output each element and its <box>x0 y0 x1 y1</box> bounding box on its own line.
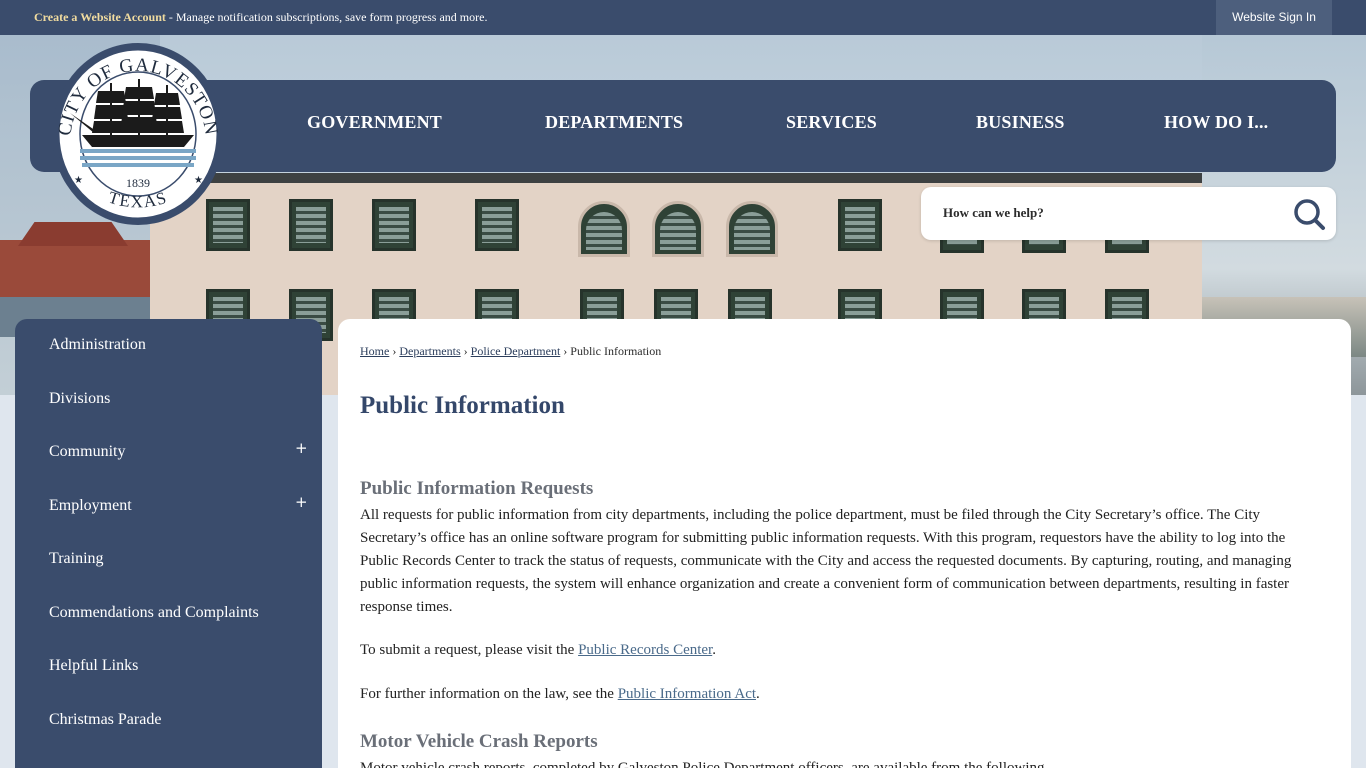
city-seal-logo[interactable]: CITY OF GALVESTON TEXAS ★ ★ 1839 <box>52 43 224 225</box>
submit-request-end: . <box>712 642 716 658</box>
breadcrumb-separator: › <box>463 344 468 358</box>
facade-window <box>289 199 333 251</box>
public-records-center-link[interactable]: Public Records Center <box>578 642 712 658</box>
breadcrumb-separator: › <box>392 344 397 358</box>
nav-item-how-do-i[interactable]: HOW DO I... <box>1164 80 1268 172</box>
sidebar-item-employment[interactable]: Employment + <box>15 480 322 533</box>
sidebar-item-training[interactable]: Training <box>15 533 322 586</box>
expand-plus-icon[interactable]: + <box>295 439 308 457</box>
sidebar-item-helpful-links[interactable]: Helpful Links <box>15 640 322 693</box>
sidebar-item-label: Employment <box>49 497 132 514</box>
submit-request-text: To submit a request, please visit the <box>360 642 579 658</box>
submit-request-paragraph: To submit a request, please visit the Pu… <box>360 639 1320 662</box>
sidebar-item-label: Divisions <box>49 390 111 407</box>
create-account-link[interactable]: Create a Website Account <box>34 10 166 24</box>
facade-window <box>475 199 519 251</box>
account-notice-text: - Manage notification subscriptions, sav… <box>165 10 488 24</box>
facade-arch-window <box>726 201 778 257</box>
seal-graphic: CITY OF GALVESTON TEXAS ★ ★ 1839 <box>54 47 221 221</box>
section-heading-motor-vehicle-crash-reports: Motor Vehicle Crash Reports <box>360 731 598 752</box>
crash-reports-paragraph: Motor vehicle crash reports, completed b… <box>360 760 1045 768</box>
site-search <box>921 187 1336 240</box>
account-notice: Create a Website Account - Manage notifi… <box>34 10 487 25</box>
breadcrumb-departments-link[interactable]: Departments <box>399 344 460 358</box>
sidebar-item-commendations-and-complaints[interactable]: Commendations and Complaints <box>15 587 322 640</box>
law-info-text: For further information on the law, see … <box>360 686 618 702</box>
search-input[interactable] <box>943 199 1283 227</box>
seal-star-icon: ★ <box>74 175 83 186</box>
facade-window <box>372 199 416 251</box>
sidebar-item-administration[interactable]: Administration <box>15 319 322 372</box>
expand-plus-icon[interactable]: + <box>295 493 308 511</box>
facade-window <box>838 199 882 251</box>
sidebar-item-label: Christmas Parade <box>49 711 162 728</box>
seal-star-icon: ★ <box>194 175 203 186</box>
facade-arch-window <box>578 201 630 257</box>
sidebar-item-label: Training <box>49 550 104 567</box>
breadcrumb-police-department-link[interactable]: Police Department <box>471 344 561 358</box>
page-title: Public Information <box>360 392 565 419</box>
sidebar-item-divisions[interactable]: Divisions <box>15 373 322 426</box>
sidebar-item-community[interactable]: Community + <box>15 426 322 479</box>
breadcrumb-current: Public Information <box>570 344 662 358</box>
search-icon[interactable] <box>1292 197 1326 231</box>
breadcrumb-home-link[interactable]: Home <box>360 344 389 358</box>
sidebar-item-label: Helpful Links <box>49 657 139 674</box>
nav-item-business[interactable]: BUSINESS <box>976 80 1065 172</box>
website-sign-in-button[interactable]: Website Sign In <box>1216 0 1332 35</box>
sidebar-item-label: Community <box>49 443 126 460</box>
section-heading-public-information-requests: Public Information Requests <box>360 478 594 499</box>
facade-arch-window <box>652 201 704 257</box>
breadcrumb-separator: › <box>563 344 568 358</box>
facade-cornice <box>150 173 1202 183</box>
seal-year: 1839 <box>126 176 150 190</box>
main-content: Home › Departments › Police Department › Publi… <box>338 319 1351 768</box>
nav-item-departments[interactable]: DEPARTMENTS <box>545 80 683 172</box>
law-info-end: . <box>756 686 760 702</box>
sidebar-item-christmas-parade[interactable]: Christmas Parade <box>15 694 322 747</box>
waves-icon <box>80 149 196 167</box>
sidebar-item-label: Commendations and Complaints <box>49 604 259 621</box>
utility-bar: Create a Website Account - Manage notifi… <box>0 0 1366 35</box>
section-sidebar: Administration Divisions Community + Emp… <box>15 319 322 768</box>
sidebar-item-label: Administration <box>49 336 146 353</box>
main-navigation: GOVERNMENT DEPARTMENTS SERVICES BUSINESS… <box>30 80 1336 172</box>
breadcrumb: Home › Departments › Police Department › Publi… <box>360 344 661 359</box>
nav-item-services[interactable]: SERVICES <box>786 80 877 172</box>
nav-item-government[interactable]: GOVERNMENT <box>307 80 442 172</box>
public-information-act-link[interactable]: Public Information Act <box>618 686 756 702</box>
public-information-requests-paragraph: All requests for public information from… <box>360 507 1292 615</box>
law-info-paragraph: For further information on the law, see … <box>360 683 1320 706</box>
